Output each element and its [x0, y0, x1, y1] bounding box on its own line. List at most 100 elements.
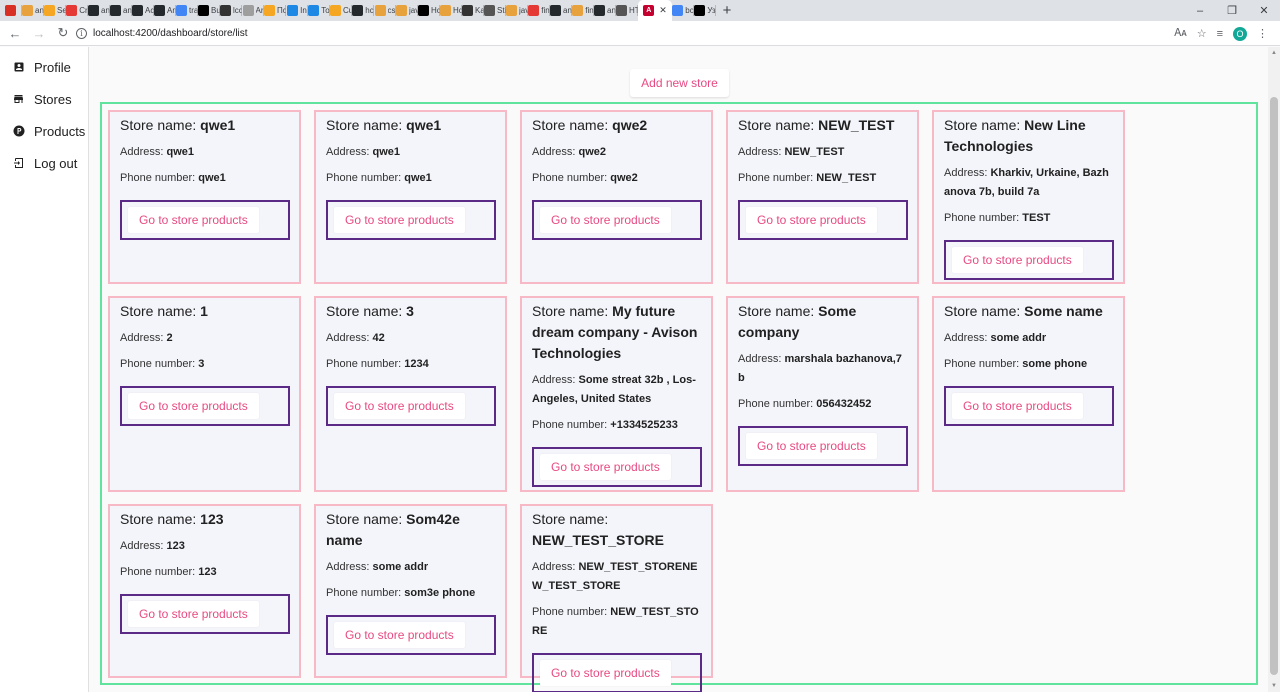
info-icon[interactable]: i — [76, 28, 87, 39]
store-name-label: Store name: — [120, 511, 197, 527]
browser-tab[interactable]: fin — [528, 0, 550, 21]
store-phone: Phone number: som3e phone — [326, 584, 495, 603]
tab-title: Se — [57, 6, 66, 15]
browser-tab[interactable]: hc — [352, 0, 374, 21]
browser-tab[interactable]: an — [88, 0, 110, 21]
browser-tab[interactable] — [0, 0, 22, 21]
browser-tab[interactable]: Пс — [264, 0, 286, 21]
store-name-label: Store name: — [738, 303, 815, 319]
browser-tab[interactable]: jav — [506, 0, 528, 21]
browser-tab-active[interactable]: A ✕ — [638, 0, 672, 21]
sidebar-item-logout[interactable]: Log out — [12, 153, 77, 173]
go-to-store-products-button[interactable]: Go to store products — [540, 207, 671, 233]
go-to-store-products-button[interactable]: Go to store products — [746, 433, 877, 459]
browser-tab[interactable]: cs — [374, 0, 396, 21]
browser-tab[interactable]: Ac — [132, 0, 154, 21]
flame-icon — [44, 5, 55, 16]
browser-tab[interactable]: Ka — [462, 0, 484, 21]
store-card: Store name: Some name Address: some addr P… — [932, 296, 1125, 492]
tab-title: hc — [365, 6, 374, 15]
add-new-store-button[interactable]: Add new store — [630, 69, 729, 97]
logout-icon — [12, 157, 25, 170]
browser-tab[interactable]: Уз — [694, 0, 716, 21]
browser-tab[interactable]: lcc — [220, 0, 242, 21]
browser-tab[interactable]: an — [594, 0, 616, 21]
store-name-value: qwe1 — [200, 117, 236, 133]
go-to-store-products-button[interactable]: Go to store products — [128, 601, 259, 627]
scroll-down-icon[interactable]: ▼ — [1271, 683, 1277, 689]
scrollbar[interactable]: ▲ ▼ — [1268, 47, 1280, 692]
browser-tab[interactable]: jav — [396, 0, 418, 21]
go-to-store-products-button[interactable]: Go to store products — [746, 207, 877, 233]
sidebar-item-stores[interactable]: Stores — [12, 89, 72, 109]
store-card: Store name: My future dream company - Av… — [520, 296, 713, 492]
tab-title: an — [607, 6, 616, 15]
store-name-label: Store name: — [944, 117, 1021, 133]
scrollbar-thumb[interactable] — [1270, 97, 1278, 675]
browser-tab[interactable]: Hc — [440, 0, 462, 21]
store-phone: Phone number: NEW_TEST — [738, 169, 907, 188]
go-to-store-products-button[interactable]: Go to store products — [128, 207, 259, 233]
browser-tab[interactable]: tra — [176, 0, 198, 21]
phone-label: Phone number: — [738, 398, 814, 410]
go-to-store-products-button[interactable]: Go to store products — [334, 393, 465, 419]
browser-tab[interactable]: In — [286, 0, 308, 21]
menu-dots-icon[interactable]: ⋮ — [1257, 27, 1268, 40]
minimize-icon[interactable]: – — [1184, 0, 1216, 21]
address-bar[interactable]: i localhost:4200/dashboard/store/list — [76, 24, 1156, 43]
translate-icon[interactable]: 🗛 — [1174, 27, 1186, 40]
profile-avatar[interactable]: O — [1233, 26, 1247, 41]
store-card: Store name: 3 Address: 42 Phone number: 12… — [314, 296, 507, 492]
browser-tab[interactable]: HT — [616, 0, 638, 21]
scroll-icon — [396, 5, 407, 16]
restore-icon[interactable]: ❐ — [1216, 0, 1248, 21]
reload-icon[interactable]: ↻ — [51, 21, 75, 46]
browser-tab[interactable]: Bu — [198, 0, 220, 21]
sidebar-item-profile[interactable]: Profile — [12, 57, 71, 77]
browser-tab[interactable]: Cr — [66, 0, 88, 21]
browser-tab[interactable]: Cu — [330, 0, 352, 21]
browser-tab[interactable]: an — [110, 0, 132, 21]
forward-arrow-icon[interactable]: → — [27, 21, 51, 46]
store-name: Store name: 123 — [120, 509, 289, 530]
go-to-store-products-button[interactable]: Go to store products — [540, 660, 671, 686]
store-name: Store name: qwe1 — [120, 115, 289, 136]
browser-tab[interactable]: bc — [672, 0, 694, 21]
tab-title: Bu — [211, 6, 220, 15]
go-to-store-products-button[interactable]: Go to store products — [952, 247, 1083, 273]
url-text[interactable]: localhost:4200/dashboard/store/list — [93, 28, 248, 39]
go-to-store-products-button[interactable]: Go to store products — [540, 454, 671, 480]
browser-tab[interactable]: Hc — [418, 0, 440, 21]
browser-tab[interactable]: Sti — [484, 0, 506, 21]
gmail-icon — [4, 5, 16, 16]
store-card: Store name: NEW_TEST Address: NEW_TEST Pho… — [726, 110, 919, 284]
scroll-up-icon[interactable]: ▲ — [1271, 50, 1277, 56]
sidebar: Profile Stores Products Log out — [0, 47, 89, 692]
tab-title: an — [101, 6, 110, 15]
media-queue-icon[interactable]: ≡ — [1217, 28, 1223, 40]
go-to-store-products-button[interactable]: Go to store products — [128, 393, 259, 419]
browser-tab[interactable]: Se — [44, 0, 66, 21]
browser-tab[interactable]: Ar — [242, 0, 264, 21]
browser-tab[interactable]: To — [308, 0, 330, 21]
store-name-value: qwe2 — [612, 117, 648, 133]
bolt-icon — [287, 5, 299, 16]
sidebar-item-label: Profile — [34, 59, 71, 75]
tab-title: bc — [685, 6, 694, 15]
google-icon — [176, 5, 187, 16]
new-tab-button[interactable]: + — [716, 0, 738, 21]
star-icon[interactable]: ☆ — [1197, 27, 1207, 40]
go-to-store-products-button[interactable]: Go to store products — [334, 622, 465, 648]
sidebar-item-products[interactable]: Products — [12, 121, 85, 141]
browser-tab[interactable]: an — [550, 0, 572, 21]
store-address: Address: 123 — [120, 537, 289, 556]
go-to-store-products-button[interactable]: Go to store products — [334, 207, 465, 233]
close-tab-icon[interactable]: ✕ — [659, 5, 667, 16]
close-window-icon[interactable]: ✕ — [1248, 0, 1280, 21]
browser-tab[interactable]: An — [154, 0, 176, 21]
browser-tab[interactable]: an — [22, 0, 44, 21]
browser-tab[interactable]: fin — [572, 0, 594, 21]
go-to-store-products-button[interactable]: Go to store products — [952, 393, 1083, 419]
store-phone: Phone number: some phone — [944, 355, 1113, 374]
back-arrow-icon[interactable]: ← — [3, 21, 27, 46]
